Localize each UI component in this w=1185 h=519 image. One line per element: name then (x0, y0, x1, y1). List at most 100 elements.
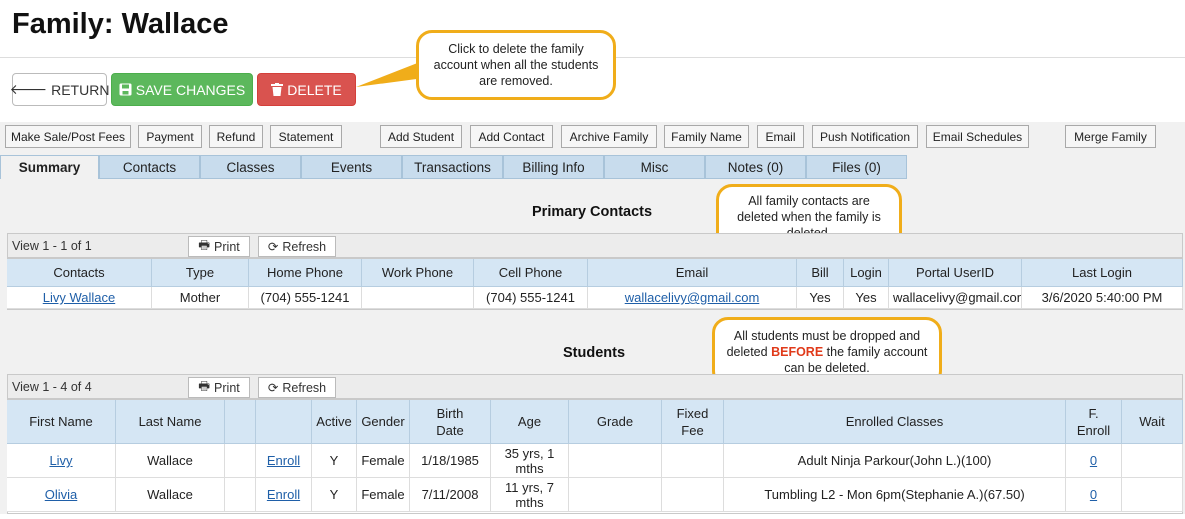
col-enrolled-classes[interactable]: Enrolled Classes (724, 400, 1066, 444)
enroll-link[interactable]: Enroll (267, 487, 300, 502)
students-print-button[interactable]: 🖶 Print (188, 377, 250, 398)
enroll-link[interactable]: Enroll (267, 453, 300, 468)
student-active: Y (312, 444, 357, 478)
table-row-cell[interactable]: 0 (1066, 478, 1122, 512)
tab-events[interactable]: Events (301, 155, 402, 179)
col-cell-phone[interactable]: Cell Phone (474, 259, 588, 287)
contact-portal-userid: wallacelivy@gmail.com (889, 287, 1022, 309)
family-name-button[interactable]: Family Name (664, 125, 749, 148)
student-blank (225, 444, 256, 478)
col-contacts[interactable]: Contacts (7, 259, 152, 287)
students-callout-text: All students must be dropped and deleted… (723, 328, 931, 376)
col-bill[interactable]: Bill (797, 259, 844, 287)
printer-icon: 🖶 (198, 238, 211, 252)
student-first-name-link[interactable]: Livy (49, 453, 72, 468)
col-blank-1 (225, 400, 256, 444)
col-first-name[interactable]: First Name (7, 400, 116, 444)
table-row-cell[interactable]: Enroll (256, 444, 312, 478)
col-active[interactable]: Active (312, 400, 357, 444)
contacts-toolbar: View 1 - 1 of 1 🖶 Print ⟳ Refresh (7, 233, 1183, 258)
col-blank-2 (256, 400, 312, 444)
delete-callout: Click to delete the family account when … (416, 30, 616, 100)
delete-callout-text: Click to delete the family account when … (433, 42, 599, 88)
col-type[interactable]: Type (152, 259, 249, 287)
refresh-label: Refresh (282, 380, 327, 395)
contact-bill: Yes (797, 287, 844, 309)
col-fixed-fee[interactable]: Fixed Fee (662, 400, 724, 444)
refund-button[interactable]: Refund (209, 125, 263, 148)
student-first-name-link[interactable]: Olivia (45, 487, 78, 502)
email-button[interactable]: Email (757, 125, 804, 148)
col-birth-date[interactable]: Birth Date (410, 400, 491, 444)
contacts-refresh-button[interactable]: ⟳ Refresh (258, 236, 336, 257)
col-age[interactable]: Age (491, 400, 569, 444)
student-wait (1122, 478, 1183, 512)
student-active: Y (312, 478, 357, 512)
tab-summary[interactable]: Summary (0, 155, 99, 179)
col-grade[interactable]: Grade (569, 400, 662, 444)
student-wait (1122, 444, 1183, 478)
tab-billing-info[interactable]: Billing Info (503, 155, 604, 179)
table-row-cell[interactable]: Olivia (7, 478, 116, 512)
tab-transactions[interactable]: Transactions (402, 155, 503, 179)
student-blank (225, 478, 256, 512)
statement-button[interactable]: Statement (270, 125, 342, 148)
student-last-name: Wallace (116, 444, 225, 478)
make-sale-button[interactable]: Make Sale/Post Fees (5, 125, 131, 148)
col-wait[interactable]: Wait (1122, 400, 1183, 444)
add-student-button[interactable]: Add Student (380, 125, 462, 148)
col-gender[interactable]: Gender (357, 400, 410, 444)
contact-last-login: 3/6/2020 5:40:00 PM (1022, 287, 1183, 309)
students-title: Students (563, 345, 626, 361)
printer-icon: 🖶 (198, 379, 211, 393)
students-callout-emphasis: BEFORE (771, 345, 824, 359)
tab-misc[interactable]: Misc (604, 155, 705, 179)
contact-name-link[interactable]: Livy Wallace (43, 290, 115, 305)
student-grade (569, 478, 662, 512)
contact-email-link[interactable]: wallacelivy@gmail.com (625, 290, 760, 305)
col-login[interactable]: Login (844, 259, 889, 287)
col-portal-userid[interactable]: Portal UserID (889, 259, 1022, 287)
col-work-phone[interactable]: Work Phone (362, 259, 474, 287)
refresh-label: Refresh (282, 239, 327, 254)
table-row-cell[interactable]: wallacelivy@gmail.com (588, 287, 797, 309)
student-age: 11 yrs, 7 mths (491, 478, 569, 512)
student-age: 35 yrs, 1 mths (491, 444, 569, 478)
contact-cell-phone: (704) 555-1241 (474, 287, 588, 309)
student-fixed-fee (662, 444, 724, 478)
push-notification-button[interactable]: Push Notification (812, 125, 918, 148)
col-email[interactable]: Email (588, 259, 797, 287)
col-last-login[interactable]: Last Login (1022, 259, 1183, 287)
student-gender: Female (357, 478, 410, 512)
col-home-phone[interactable]: Home Phone (249, 259, 362, 287)
print-label: Print (214, 239, 240, 254)
contact-work-phone (362, 287, 474, 309)
student-last-name: Wallace (116, 478, 225, 512)
col-last-name[interactable]: Last Name (116, 400, 225, 444)
email-schedules-button[interactable]: Email Schedules (926, 125, 1029, 148)
table-row-cell[interactable]: Livy Wallace (7, 287, 152, 309)
tab-classes[interactable]: Classes (200, 155, 301, 179)
archive-family-button[interactable]: Archive Family (561, 125, 657, 148)
student-birth-date: 7/11/2008 (410, 478, 491, 512)
add-contact-button[interactable]: Add Contact (470, 125, 553, 148)
payment-button[interactable]: Payment (138, 125, 202, 148)
student-gender: Female (357, 444, 410, 478)
table-row-cell[interactable]: Livy (7, 444, 116, 478)
f-enroll-link[interactable]: 0 (1090, 487, 1097, 502)
primary-contacts-title: Primary Contacts (532, 204, 653, 220)
contact-login: Yes (844, 287, 889, 309)
student-fixed-fee (662, 478, 724, 512)
merge-family-button[interactable]: Merge Family (1065, 125, 1156, 148)
students-refresh-button[interactable]: ⟳ Refresh (258, 377, 336, 398)
tab-notes[interactable]: Notes (0) (705, 155, 806, 179)
f-enroll-link[interactable]: 0 (1090, 453, 1097, 468)
student-enrolled-classes: Tumbling L2 - Mon 6pm(Stephanie A.)(67.5… (724, 478, 1066, 512)
table-row-cell[interactable]: 0 (1066, 444, 1122, 478)
col-f-enroll[interactable]: F. Enroll (1066, 400, 1122, 444)
tab-files[interactable]: Files (0) (806, 155, 907, 179)
contacts-print-button[interactable]: 🖶 Print (188, 236, 250, 257)
tab-contacts[interactable]: Contacts (99, 155, 200, 179)
students-toolbar: View 1 - 4 of 4 🖶 Print ⟳ Refresh (7, 374, 1183, 399)
table-row-cell[interactable]: Enroll (256, 478, 312, 512)
